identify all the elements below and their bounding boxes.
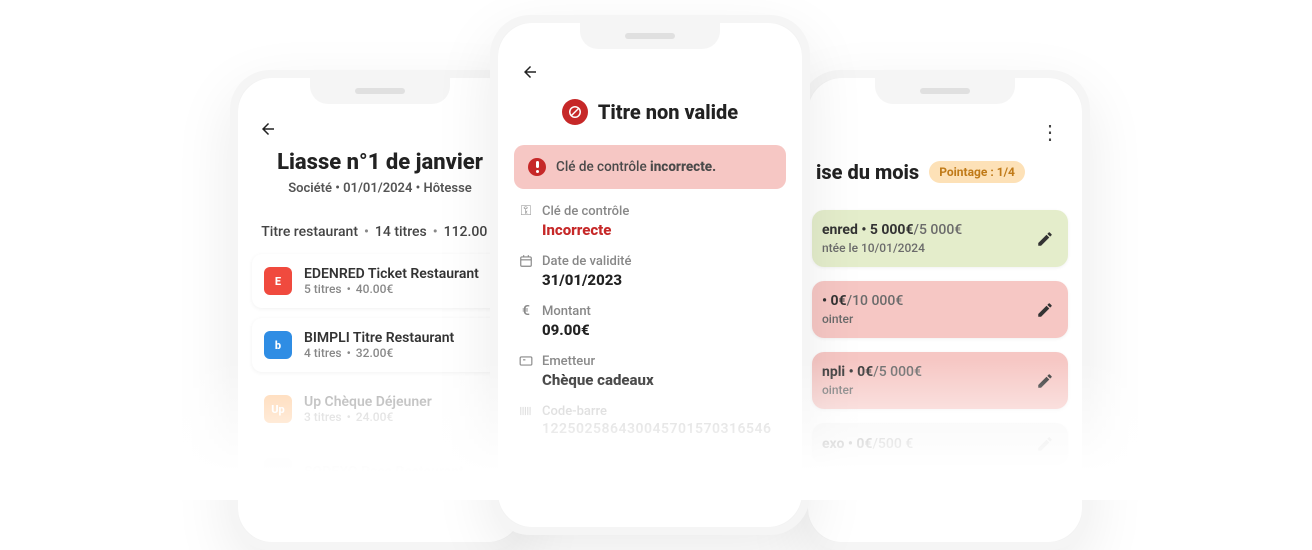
voucher-amount: 32.00€ xyxy=(356,346,393,360)
list-item[interactable]: Up Up Chèque Déjeuner 3 titres 24.00€ xyxy=(252,382,508,436)
arrow-left-icon xyxy=(520,63,540,81)
alert-banner: Clé de contrôle incorrecte. xyxy=(514,145,786,189)
page-title: ise du mois xyxy=(816,160,919,184)
subtitle-date: 01/01/2024 xyxy=(343,181,412,196)
field-issuer: Emetteur Chèque cadeaux xyxy=(518,353,782,389)
field-label: Montant xyxy=(542,304,591,319)
voucher-amount: 24.00€ xyxy=(356,410,393,424)
notch xyxy=(310,78,450,104)
edit-button[interactable] xyxy=(1036,435,1054,453)
voucher-name: BIMPLI Titre Restaurant xyxy=(304,330,454,346)
card-subtitle: ntée le 10/01/2024 xyxy=(822,241,962,255)
chip-value: 1/4 xyxy=(997,165,1015,179)
phone-left: Liasse n°1 de janvier Société • 01/01/20… xyxy=(230,70,530,550)
notch xyxy=(875,78,1015,104)
alert-icon xyxy=(528,158,546,176)
alert-bold: incorrecte. xyxy=(650,159,716,175)
edenred-icon: E xyxy=(264,267,292,295)
card-issuer: exo xyxy=(822,436,844,452)
edit-button[interactable] xyxy=(1036,372,1054,390)
card-limit: 5 000€ xyxy=(919,222,962,238)
card-limit: 500 € xyxy=(878,436,913,452)
invalid-heading: Titre non valide xyxy=(498,99,802,125)
pointage-chip: Pointage : 1/4 xyxy=(929,161,1025,183)
page-title: Liasse n°1 de janvier xyxy=(238,150,522,175)
field-value: 31/01/2023 xyxy=(542,271,782,289)
bimpli-icon: b xyxy=(264,331,292,359)
list-item[interactable]: b BIMPLI Titre Restaurant 4 titres 32.00€ xyxy=(252,318,508,372)
card-amount: 5 000€ xyxy=(870,222,914,238)
calendar-icon xyxy=(518,253,534,269)
alert-text: Clé de contrôle xyxy=(556,159,650,175)
edit-button[interactable] xyxy=(1036,301,1054,319)
list-item[interactable]: E EDENRED Ticket Restaurant 5 titres 40.0… xyxy=(252,254,508,308)
voucher-name: EDENRED Ticket Restaurant xyxy=(304,266,479,282)
voucher-list: E EDENRED Ticket Restaurant 5 titres 40.0… xyxy=(238,254,522,498)
notch xyxy=(580,23,720,49)
remise-list: enred • 5 000€/5 000€ ntée le 10/01/2024… xyxy=(808,210,1082,465)
sodexo-icon: S xyxy=(264,458,292,486)
voucher-count: 3 titres xyxy=(304,410,342,424)
screen-right: ⋮ ise du mois Pointage : 1/4 enred • 5 0… xyxy=(808,78,1082,542)
page-subtitle: Société • 01/01/2024 • Hôtesse xyxy=(238,181,522,196)
key-icon: ⚿ xyxy=(518,203,534,219)
subtitle-company: Société xyxy=(288,181,332,196)
barcode-icon xyxy=(518,403,534,419)
card-issuer: npli xyxy=(822,364,845,380)
chip-label: Pointage : xyxy=(939,165,994,179)
summary-count: 14 titres xyxy=(375,224,427,240)
summary-type: Titre restaurant xyxy=(261,224,358,240)
card-limit: 5 000€ xyxy=(879,364,922,380)
voucher-count: 5 titres xyxy=(304,282,342,296)
card-subtitle: ointer xyxy=(822,312,903,326)
subtitle-role: Hôtesse xyxy=(423,181,471,196)
card-amount: 0€ xyxy=(831,293,847,309)
card-subtitle: ointer xyxy=(822,383,922,397)
euro-icon: € xyxy=(518,303,534,319)
details-list: ⚿ Clé de contrôle Incorrecte Date de vali… xyxy=(498,203,802,437)
field-amount: € Montant 09.00€ xyxy=(518,303,782,339)
field-validity-date: Date de validité 31/01/2023 xyxy=(518,253,782,289)
field-value: Chèque cadeaux xyxy=(542,371,782,389)
card-issuer: enred xyxy=(822,222,858,238)
up-icon: Up xyxy=(264,395,292,423)
field-barcode: Code-barre 122502586430045701570316546 xyxy=(518,403,782,437)
voucher-name: SODEXO Pass Restaurant xyxy=(304,464,464,480)
phone-center: Titre non valide Clé de contrôle incorre… xyxy=(490,15,810,535)
remise-card[interactable]: • 0€/10 000€ ointer xyxy=(812,281,1068,338)
voucher-count: 4 titres xyxy=(304,346,342,360)
field-value: Incorrecte xyxy=(542,221,782,239)
back-button[interactable] xyxy=(258,120,278,138)
field-label: Clé de contrôle xyxy=(542,204,629,219)
more-menu-button[interactable]: ⋮ xyxy=(1040,120,1060,144)
list-item[interactable]: S SODEXO Pass Restaurant xyxy=(252,446,508,498)
edit-button[interactable] xyxy=(1036,230,1054,248)
card-amount: 0€ xyxy=(857,364,873,380)
voucher-name: Up Chèque Déjeuner xyxy=(304,394,432,410)
field-label: Code-barre xyxy=(542,404,607,419)
card-limit: 10 000€ xyxy=(852,293,903,309)
back-button[interactable] xyxy=(520,63,540,81)
remise-card[interactable]: enred • 5 000€/5 000€ ntée le 10/01/2024 xyxy=(812,210,1068,267)
screen-left: Liasse n°1 de janvier Société • 01/01/20… xyxy=(238,78,522,542)
ticket-icon xyxy=(518,353,534,369)
screen-center: Titre non valide Clé de contrôle incorre… xyxy=(498,23,802,527)
voucher-amount: 40.00€ xyxy=(356,282,393,296)
arrow-left-icon xyxy=(258,120,278,138)
remise-card[interactable]: exo • 0€/500 € xyxy=(812,423,1068,465)
remise-card[interactable]: npli • 0€/5 000€ ointer xyxy=(812,352,1068,409)
field-label: Date de validité xyxy=(542,254,631,269)
page-title: Titre non valide xyxy=(598,100,738,124)
invalid-icon xyxy=(562,99,588,125)
card-amount: 0€ xyxy=(856,436,872,452)
field-value: 09.00€ xyxy=(542,321,782,339)
phone-right: ⋮ ise du mois Pointage : 1/4 enred • 5 0… xyxy=(800,70,1090,550)
field-label: Emetteur xyxy=(542,354,595,369)
field-control-key: ⚿ Clé de contrôle Incorrecte xyxy=(518,203,782,239)
field-value: 122502586430045701570316546 xyxy=(542,421,782,437)
summary-line: Titre restaurant14 titres112.00 € xyxy=(238,224,522,240)
